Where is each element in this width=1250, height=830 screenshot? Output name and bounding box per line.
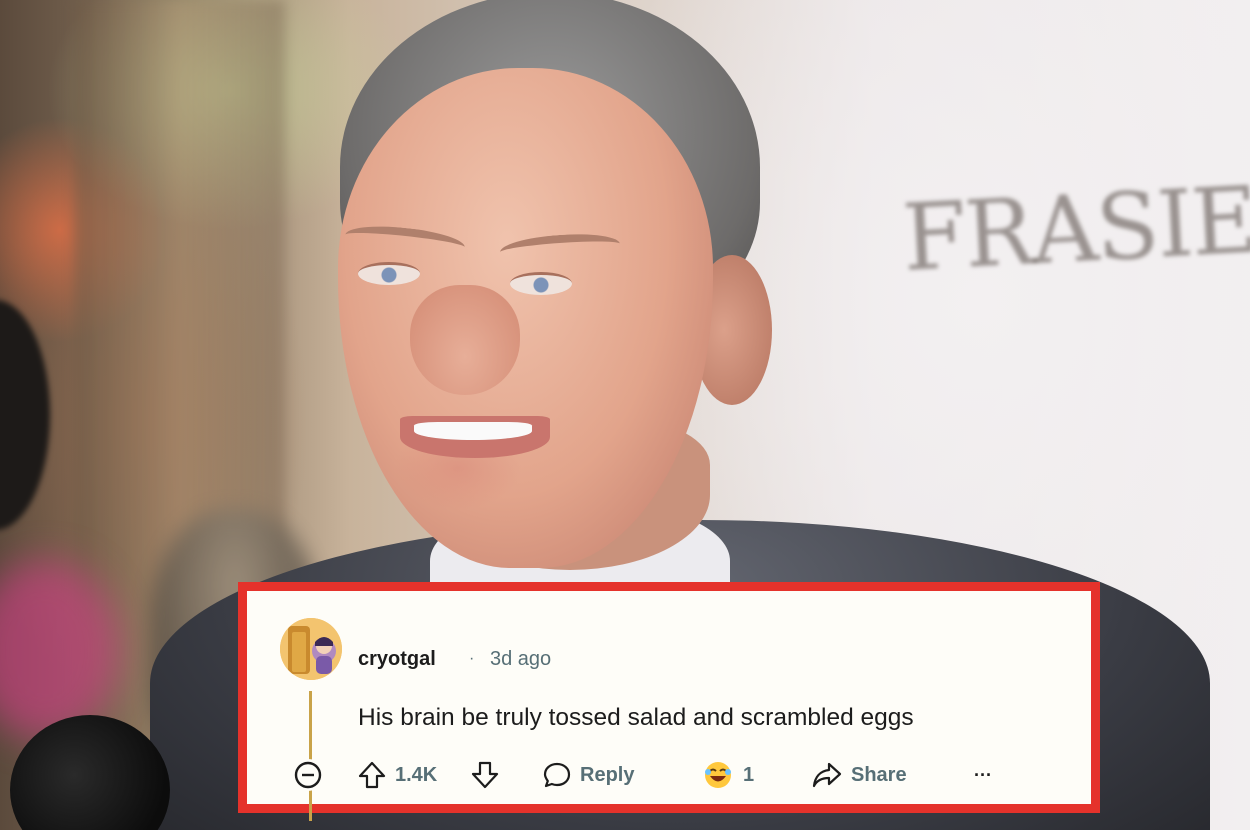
nose xyxy=(410,285,520,395)
award-button[interactable]: 1 xyxy=(701,753,754,797)
comment-username[interactable]: cryotgal xyxy=(358,648,436,671)
speech-bubble-icon xyxy=(543,762,571,788)
laughing-award-icon xyxy=(705,762,731,788)
eye-right xyxy=(510,272,572,295)
backdrop-logo-text: FRASIER xyxy=(900,162,1250,292)
teeth xyxy=(414,422,532,440)
share-arrow-icon xyxy=(812,762,842,788)
downvote-button[interactable] xyxy=(470,753,500,797)
collapse-minus-icon[interactable] xyxy=(292,759,324,791)
reply-button[interactable]: Reply xyxy=(542,753,634,797)
vote-count: 1.4K xyxy=(395,763,438,786)
more-options-button[interactable]: ··· xyxy=(974,753,992,797)
comment-body: His brain be truly tossed salad and scra… xyxy=(358,704,914,731)
share-button[interactable]: Share xyxy=(811,753,907,797)
meta-separator: · xyxy=(469,650,475,667)
upvote-button[interactable]: 1.4K xyxy=(357,753,437,797)
more-dots-icon: ··· xyxy=(974,764,992,785)
comment-card: cryotgal · 3d ago His brain be truly tos… xyxy=(238,582,1100,821)
snoo-avatar-icon[interactable] xyxy=(280,618,342,680)
share-label: Share xyxy=(851,763,907,786)
eye-left xyxy=(358,262,420,285)
reply-label: Reply xyxy=(580,763,635,786)
award-count: 1 xyxy=(743,763,755,786)
microphone-left xyxy=(0,300,50,530)
comment-action-bar: 1.4K Reply 1 Share ··· xyxy=(247,753,1091,797)
downvote-arrow-icon xyxy=(471,761,499,789)
comment-timestamp: 3d ago xyxy=(490,648,552,670)
upvote-arrow-icon xyxy=(358,761,386,789)
